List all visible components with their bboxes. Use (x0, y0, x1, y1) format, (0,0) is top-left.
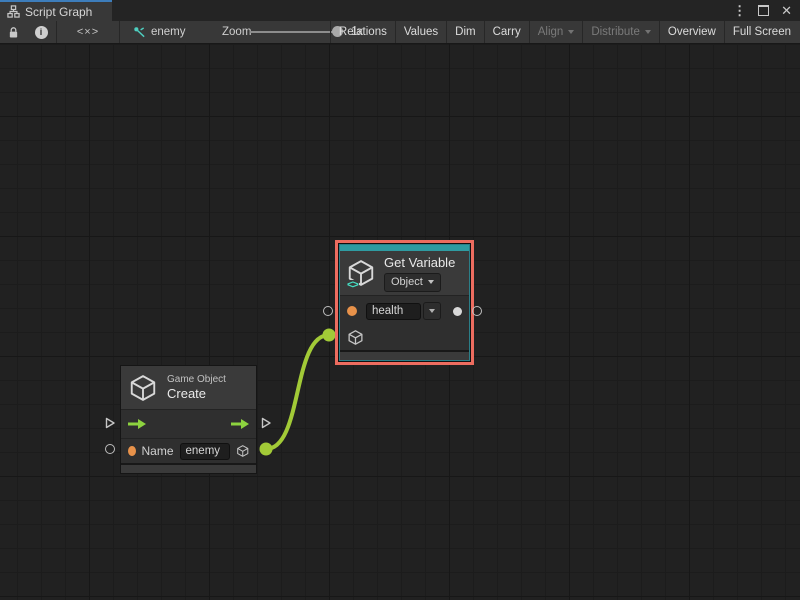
variable-scope-dropdown[interactable]: Object (384, 273, 441, 292)
object-input-row (340, 326, 469, 348)
string-port-dot[interactable] (128, 446, 136, 456)
button-label: Align (538, 26, 564, 38)
game-object-cube-icon (128, 373, 158, 403)
toolbar-button-group: Relations Values Dim Carry Align Distrib… (330, 21, 799, 43)
string-port-dot[interactable] (347, 306, 357, 316)
node-game-object-create[interactable]: Game Object Create Name (120, 365, 257, 474)
value-output-port-dot[interactable] (453, 307, 462, 316)
code-angle-brackets-icon: <> (346, 280, 359, 291)
button-label: Relations (339, 26, 387, 38)
lock-button[interactable] (0, 21, 26, 43)
code-preview-button[interactable]: <×> (57, 21, 119, 43)
button-label: Values (404, 26, 438, 38)
node-get-variable[interactable]: <> Get Variable Object (339, 244, 470, 361)
flow-input-port-triangle[interactable] (103, 416, 117, 430)
flow-output-arrow-icon[interactable] (229, 418, 251, 430)
tab-title: Script Graph (25, 5, 92, 19)
info-button[interactable]: i (26, 21, 56, 43)
button-label: Dim (455, 26, 475, 38)
variable-picker-dropdown[interactable] (423, 302, 441, 320)
tab-script-graph[interactable]: Script Graph (0, 0, 112, 21)
chevron-down-icon (429, 309, 435, 313)
graph-asset-icon (133, 26, 146, 39)
button-label: Carry (493, 26, 521, 38)
window-controls: ⋮ ✕ (733, 0, 792, 21)
maximize-icon[interactable] (758, 5, 769, 16)
variable-icon-wrap: <> (346, 258, 376, 288)
zoom-label: Zoom (222, 21, 251, 43)
relations-button[interactable]: Relations (330, 21, 395, 43)
zoom-slider-track[interactable] (250, 31, 342, 33)
chevron-down-icon (568, 30, 574, 34)
chevron-down-icon (645, 30, 651, 34)
close-icon[interactable]: ✕ (781, 3, 792, 19)
flow-port-row (121, 409, 256, 438)
align-button[interactable]: Align (529, 21, 583, 43)
button-label: Distribute (591, 26, 640, 38)
graph-canvas[interactable]: Game Object Create Name (0, 44, 800, 600)
more-icon[interactable]: ⋮ (733, 3, 746, 19)
node-footer (121, 463, 256, 473)
variable-name-row (340, 295, 469, 326)
full-screen-button[interactable]: Full Screen (724, 21, 799, 43)
node-get-variable-selection[interactable]: <> Get Variable Object (335, 240, 474, 365)
graph-breadcrumb[interactable]: enemy (133, 21, 186, 43)
toolbar-divider (119, 21, 120, 43)
graph-toolbar: i <×> enemy Zoom 1x Relations Values Dim… (0, 21, 800, 44)
name-input-port-circle[interactable] (323, 306, 333, 316)
window-titlebar: Script Graph ⋮ ✕ (0, 0, 800, 21)
flow-output-port-triangle[interactable] (259, 416, 273, 430)
node-group-label: Game Object (167, 373, 226, 386)
node-title: Get Variable (384, 255, 455, 271)
script-graph-icon (7, 5, 20, 18)
distribute-button[interactable]: Distribute (582, 21, 659, 43)
graph-name: enemy (151, 26, 186, 38)
node-footer (340, 350, 469, 360)
button-label: Full Screen (733, 26, 791, 38)
carry-button[interactable]: Carry (484, 21, 529, 43)
name-input[interactable] (180, 443, 230, 460)
name-input-port-circle[interactable] (105, 444, 115, 454)
values-button[interactable]: Values (395, 21, 446, 43)
button-label: Overview (668, 26, 716, 38)
info-icon: i (35, 26, 48, 39)
name-label: Name (142, 444, 174, 458)
object-input-cube-icon[interactable] (347, 329, 364, 346)
node-title: Create (167, 386, 226, 402)
node-header[interactable]: <> Get Variable Object (340, 251, 469, 295)
game-object-output-cube-icon[interactable] (236, 442, 249, 460)
dim-button[interactable]: Dim (446, 21, 483, 43)
name-parameter-row: Name (121, 438, 256, 463)
variable-name-input[interactable] (366, 303, 421, 320)
connection-wire[interactable] (266, 335, 329, 449)
scope-label: Object (391, 276, 423, 288)
flow-input-arrow-icon[interactable] (126, 418, 148, 430)
chevron-down-icon (428, 280, 434, 284)
lock-icon (8, 26, 19, 39)
get-variable-input-port-connected[interactable] (323, 329, 336, 342)
value-output-port-circle[interactable] (472, 306, 482, 316)
overview-button[interactable]: Overview (659, 21, 724, 43)
node-header[interactable]: Game Object Create (121, 366, 256, 409)
create-output-port-connected[interactable] (260, 443, 273, 456)
